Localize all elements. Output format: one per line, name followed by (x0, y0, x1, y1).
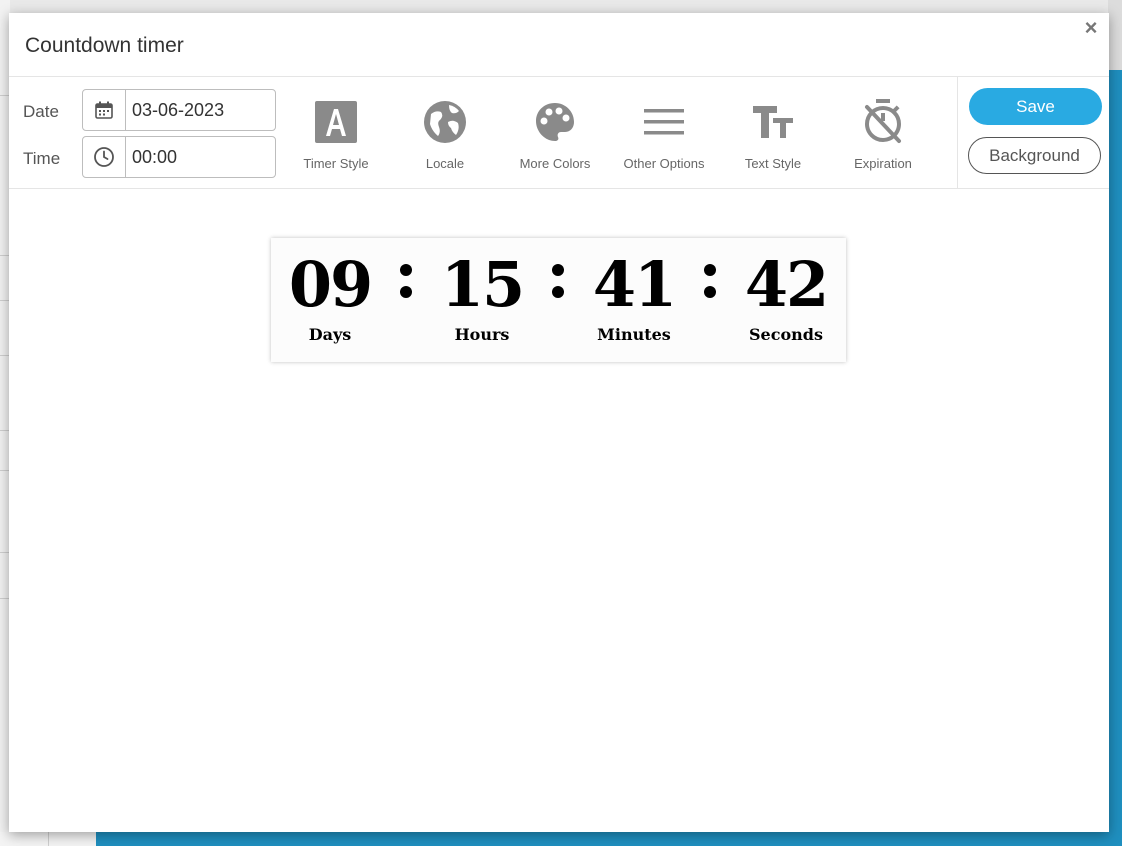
background-page-header (1108, 0, 1122, 70)
close-button[interactable]: × (1082, 17, 1100, 39)
date-field (82, 89, 276, 131)
text-style-button[interactable]: Text Style (723, 77, 823, 188)
calendar-icon[interactable] (83, 90, 126, 130)
clock-icon[interactable] (83, 137, 126, 177)
more-colors-label: More Colors (519, 156, 591, 171)
colon-separator (399, 260, 413, 304)
time-input[interactable] (126, 137, 273, 177)
more-colors-button[interactable]: More Colors (505, 77, 605, 188)
time-label: Time (23, 149, 61, 168)
countdown-timer-dialog: Countdown timer × Date 03-06-2023 Time 0… (9, 13, 1109, 832)
locale-button[interactable]: Locale (395, 77, 495, 188)
date-label: Date (23, 102, 59, 121)
save-button[interactable]: Save (969, 88, 1102, 125)
locale-label: Locale (425, 156, 465, 171)
other-options-button[interactable]: Other Options (614, 77, 714, 188)
palette-icon (533, 100, 577, 144)
time-field (82, 136, 276, 178)
hours-value: 15 (440, 248, 525, 321)
colon-separator (703, 260, 717, 304)
dialog-header: Countdown timer × (9, 13, 1109, 77)
colon-separator (551, 260, 565, 304)
letter-a-icon (314, 100, 358, 144)
menu-lines-icon (642, 100, 686, 144)
expiration-label: Expiration (854, 156, 912, 171)
minutes-value: 41 (592, 248, 677, 321)
timer-off-icon (861, 99, 905, 144)
timer-style-button[interactable]: Timer Style (286, 77, 386, 188)
timer-style-label: Timer Style (303, 156, 369, 171)
background-button[interactable]: Background (968, 137, 1101, 174)
toolbar-divider (957, 77, 958, 188)
seconds-value: 42 (744, 248, 829, 321)
globe-icon (423, 100, 467, 144)
text-style-label: Text Style (744, 156, 802, 171)
countdown-preview: 09 Days 15 Hours 41 Minutes 42 Seconds (271, 238, 846, 362)
days-label: Days (308, 325, 352, 344)
other-options-label: Other Options (623, 156, 705, 171)
expiration-button[interactable]: Expiration (833, 77, 933, 188)
timer-toolbar: Date Time (9, 77, 1109, 189)
days-value: 09 (288, 248, 373, 321)
date-input[interactable] (126, 90, 273, 130)
background-page-footer (0, 832, 96, 846)
seconds-label: Seconds (749, 325, 823, 344)
minutes-label: Minutes (597, 325, 671, 344)
dialog-title: Countdown timer (25, 34, 184, 57)
hours-label: Hours (454, 325, 510, 344)
text-size-icon (751, 100, 795, 144)
